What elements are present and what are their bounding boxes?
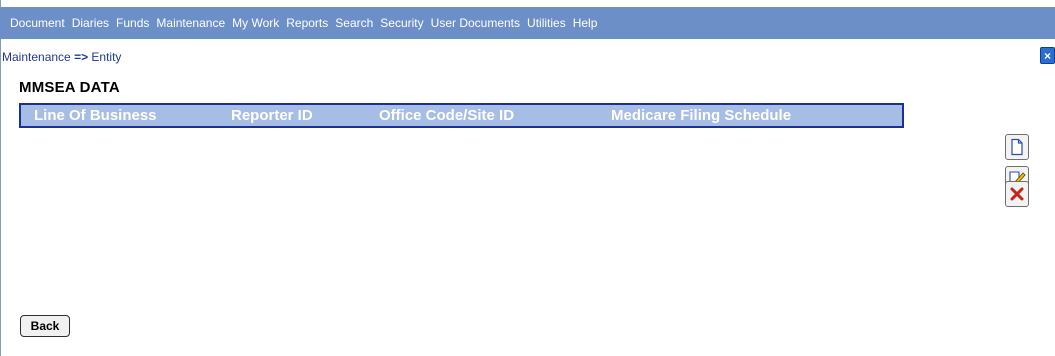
menu-document[interactable]: Document [10,16,65,30]
menu-search[interactable]: Search [335,16,373,30]
breadcrumb-parent[interactable]: Maintenance [2,50,71,64]
menu-security[interactable]: Security [380,16,423,30]
new-document-icon [1011,138,1023,156]
window-left-border [0,0,1,356]
close-icon: × [1043,48,1051,63]
menu-reports[interactable]: Reports [286,16,328,30]
menu-maintenance[interactable]: Maintenance [156,16,225,30]
delete-x-icon [1010,187,1024,201]
column-header-filing-schedule[interactable]: Medicare Filing Schedule [611,107,791,124]
menu-help[interactable]: Help [573,16,598,30]
column-header-reporter-id[interactable]: Reporter ID [231,107,313,124]
menu-diaries[interactable]: Diaries [72,16,109,30]
back-button[interactable]: Back [20,315,70,337]
new-button[interactable] [1005,134,1029,160]
breadcrumb-current: Entity [91,50,122,64]
menu-my-work[interactable]: My Work [232,16,279,30]
menu-utilities[interactable]: Utilities [527,16,566,30]
menu-bar: Document Diaries Funds Maintenance My Wo… [0,7,1055,39]
column-header-office-code[interactable]: Office Code/Site ID [379,107,514,124]
delete-button[interactable] [1005,181,1029,207]
close-button[interactable]: × [1040,47,1055,64]
menu-user-documents[interactable]: User Documents [431,16,520,30]
section-title: MMSEA DATA [19,79,120,96]
breadcrumb: Maintenance => Entity [2,50,121,64]
menu-funds[interactable]: Funds [116,16,149,30]
grid-header: Line Of Business Reporter ID Office Code… [19,103,904,128]
column-header-line-of-business[interactable]: Line Of Business [34,107,157,124]
breadcrumb-arrow: => [74,50,89,64]
